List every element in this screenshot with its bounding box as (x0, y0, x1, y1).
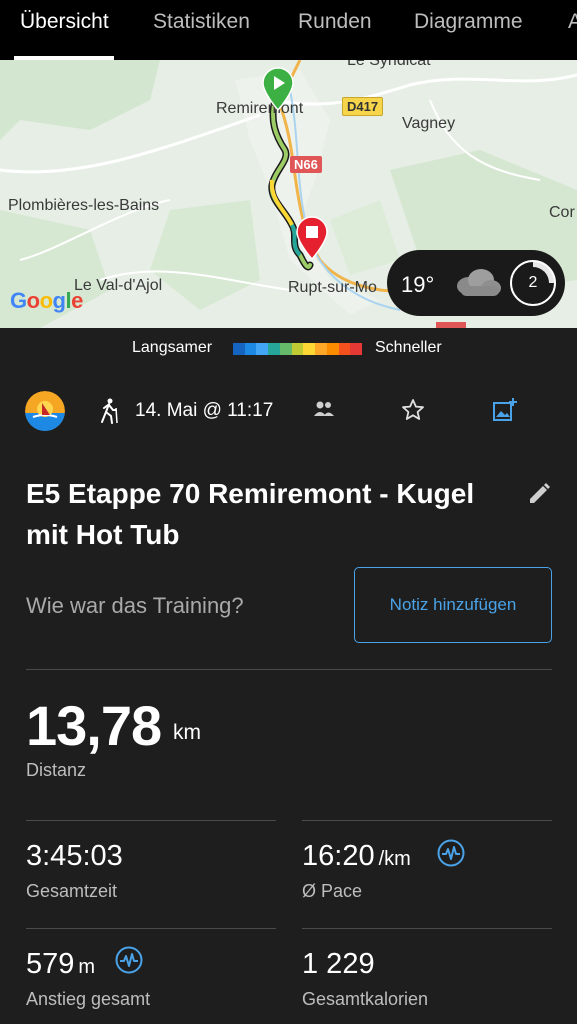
tab-statistiken[interactable]: Statistiken (153, 10, 250, 34)
weather-widget[interactable]: 19° 2 (387, 250, 565, 316)
performance-pulse-icon[interactable] (437, 839, 465, 867)
divider (26, 928, 276, 929)
add-note-button[interactable]: Notiz hinzufügen (354, 567, 552, 643)
legend-color-segment (279, 343, 292, 355)
cloud-icon (457, 269, 501, 296)
distance-label: Distanz (26, 760, 87, 780)
pace-legend: Langsamer Schneller (0, 336, 577, 360)
divider (26, 669, 552, 670)
tab-bar: Übersicht Statistiken Runden Diagramme A (0, 0, 577, 60)
total-time-value: 3:45:03 (26, 840, 123, 872)
pace-value: 16:20 (302, 840, 375, 872)
map-place-label: Le Val-d'Ajol (74, 277, 163, 294)
ascent-unit: m (78, 956, 96, 978)
calories-label: Gesamtkalorien (302, 989, 429, 1009)
google-logo: Google (10, 288, 83, 313)
map-place-label: Plombières-les-Bains (8, 197, 160, 214)
pace-unit: /km (378, 848, 411, 870)
activity-title: E5 Etappe 70 Remiremont - Kugel mit Hot … (26, 478, 475, 550)
ascent-label: Anstieg gesamt (26, 989, 151, 1009)
legend-faster-label: Schneller (375, 339, 442, 356)
tab-runden[interactable]: Runden (298, 10, 372, 34)
people-icon[interactable] (313, 400, 335, 418)
hiking-icon (101, 398, 118, 424)
weather-badge-number: 2 (528, 274, 538, 291)
legend-color-segment (233, 343, 245, 355)
ascent-value-group: 579 m (26, 948, 95, 981)
legend-color-segment (291, 343, 304, 355)
road-label: D417 (342, 97, 384, 116)
legend-color-segment (326, 343, 339, 355)
star-icon[interactable] (401, 398, 425, 422)
legend-color-segment (303, 343, 316, 355)
legend-color-segment (256, 343, 269, 355)
route-start-icon (262, 67, 294, 111)
legend-color-segment (338, 343, 351, 355)
legend-color-segment (244, 343, 257, 355)
pace-label: Ø Pace (302, 881, 363, 901)
performance-pulse-icon[interactable] (115, 946, 143, 974)
distance-value: 13,78 (26, 694, 162, 757)
map-place-label: Cor (549, 204, 575, 221)
training-question: Wie war das Training? (26, 593, 244, 618)
edit-pencil-icon[interactable] (527, 482, 551, 506)
weather-temperature: 19° (401, 272, 435, 297)
total-time-label: Gesamtzeit (26, 881, 118, 901)
map-place-label: Rupt-sur-Mo (288, 279, 377, 296)
add-photo-icon[interactable] (492, 397, 518, 423)
route-end-icon (296, 216, 328, 260)
activity-date: 14. Mai @ 11:17 (135, 400, 274, 421)
ascent-value: 579 (26, 948, 75, 980)
map-place-label: Vagney (402, 115, 456, 132)
road-label: N66 (290, 156, 322, 173)
divider (302, 928, 552, 929)
legend-color-segment (315, 343, 327, 355)
legend-slower-label: Langsamer (132, 339, 213, 356)
legend-color-segment (350, 343, 363, 355)
divider (26, 820, 276, 821)
pace-value-group: 16:20/km (302, 840, 411, 873)
route-map[interactable]: Le Syndicat Remiremont D417 Vagney N66 P… (0, 60, 577, 328)
avatar[interactable] (25, 391, 65, 431)
distance-unit: km (173, 721, 201, 744)
tab-uebersicht[interactable]: Übersicht (20, 10, 109, 34)
map-place-label: Le Syndicat (347, 60, 431, 69)
calories-value: 1 229 (302, 948, 375, 980)
legend-color-segment (268, 343, 280, 355)
divider (302, 820, 552, 821)
tab-diagramme[interactable]: Diagramme (414, 10, 523, 34)
tab-overflow[interactable]: A (568, 10, 577, 34)
pace-color-scale (233, 343, 363, 355)
